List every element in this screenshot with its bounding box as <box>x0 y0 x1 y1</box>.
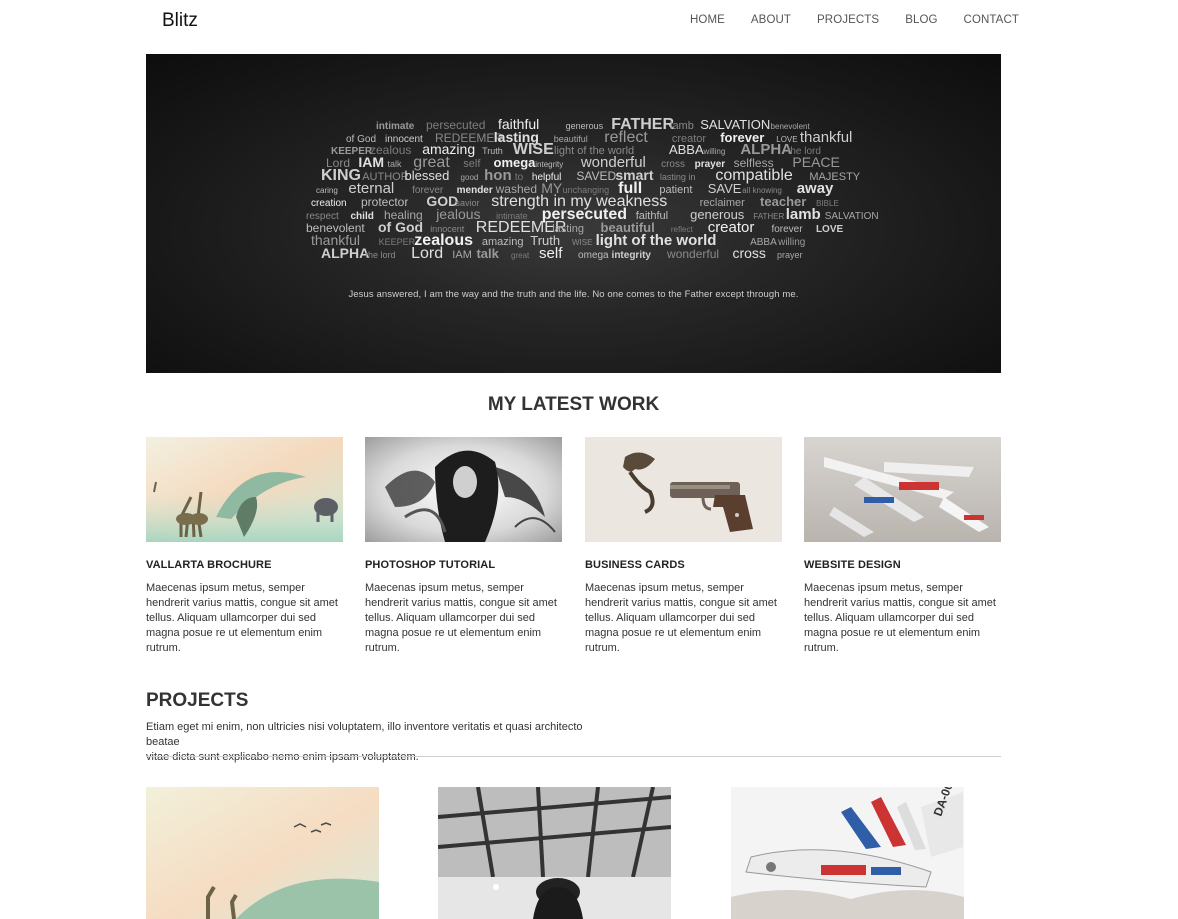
cloud-word: thankful <box>800 129 853 146</box>
work-title[interactable]: PHOTOSHOP TUTORIAL <box>365 559 562 571</box>
cloud-word: SAVED <box>576 169 616 183</box>
cloud-word: caring <box>316 186 338 195</box>
cloud-word: ABBA <box>669 142 704 157</box>
cloud-word: SAVE <box>708 181 742 196</box>
cloud-word: prayer <box>777 250 803 260</box>
cloud-word: ALPHA <box>321 245 369 261</box>
giraffe-illustration <box>146 787 379 919</box>
cloud-word: jealous <box>435 206 480 222</box>
cloud-word: willing <box>703 147 726 156</box>
work-description: Maecenas ipsum metus, semper hendrerit v… <box>804 582 996 654</box>
nav-blog-link[interactable]: BLOG <box>905 14 937 26</box>
cloud-word: self <box>539 245 563 262</box>
cloud-word: cross <box>661 159 685 170</box>
cloud-word: reflect <box>604 129 648 146</box>
cloud-word: KEEPER <box>379 237 416 247</box>
latest-work-title: MY LATEST WORK <box>487 394 660 415</box>
work-title[interactable]: VALLARTA BROCHURE <box>146 559 343 571</box>
cloud-word: intimate <box>376 121 415 132</box>
couple-photo <box>438 787 671 919</box>
cloud-word: cross <box>732 245 765 261</box>
cloud-word: FATHER <box>753 212 784 221</box>
work-title[interactable]: WEBSITE DESIGN <box>804 559 1001 571</box>
work-thumbnail[interactable] <box>804 437 1001 542</box>
projects-description: Etiam eget mi enim, non ultricies nisi v… <box>146 721 583 763</box>
nav-contact-link[interactable]: CONTACT <box>964 14 1019 26</box>
cloud-word: self <box>463 158 481 170</box>
airplanes-illustration: DA-001 <box>731 787 964 919</box>
hero-quote: Jesus answered, I am the way and the tru… <box>348 289 799 300</box>
cloud-word: integrity <box>612 250 652 261</box>
cloud-word: Lord <box>411 245 443 262</box>
nav-home-link[interactable]: HOME <box>690 14 725 26</box>
work-item[interactable]: PHOTOSHOP TUTORIAL Maecenas ipsum metus,… <box>365 437 562 656</box>
cloud-word: generous <box>566 121 604 131</box>
word-cloud: intimate persecuted faithful generous FATHER… <box>306 116 879 262</box>
pistol-illustration <box>585 437 782 542</box>
work-item[interactable]: BUSINESS CARDS Maecenas ipsum metus, sem… <box>585 437 782 656</box>
site-header: Blitz HOME ABOUT PROJECTS BLOG CONTACT <box>0 0 1178 40</box>
cloud-word: lasting in <box>660 172 696 182</box>
projects-title: PROJECTS <box>146 690 249 711</box>
work-thumbnail[interactable] <box>585 437 782 542</box>
cloud-word: willing <box>777 237 805 248</box>
smoke-portrait-illustration <box>365 437 562 542</box>
cloud-word: PEACE <box>792 154 839 170</box>
cloud-word: omega <box>578 250 609 261</box>
cloud-word: blessed <box>405 168 450 183</box>
section-divider <box>146 756 1001 757</box>
work-title[interactable]: BUSINESS CARDS <box>585 559 782 571</box>
project-thumbnail[interactable] <box>146 787 379 919</box>
work-description: Maecenas ipsum metus, semper hendrerit v… <box>146 582 338 654</box>
work-description: Maecenas ipsum metus, semper hendrerit v… <box>585 582 777 654</box>
work-thumbnail[interactable] <box>365 437 562 542</box>
cloud-word: forever <box>771 224 803 235</box>
cloud-word: WISE <box>572 238 592 247</box>
work-item[interactable]: VALLARTA BROCHURE Maecenas ipsum metus, … <box>146 437 343 656</box>
hero-banner: intimate persecuted faithful generous FATHER… <box>146 54 1001 373</box>
cloud-word: integrity <box>535 160 563 169</box>
project-thumbnail[interactable] <box>438 787 671 919</box>
cloud-word: protector <box>361 195 408 209</box>
cloud-word: persecuted <box>426 118 485 132</box>
site-logo[interactable]: Blitz <box>162 10 198 32</box>
cloud-word: LOVE <box>816 224 844 235</box>
cloud-word: SALVATION <box>825 211 879 222</box>
project-thumbnail[interactable]: DA-001 <box>731 787 964 919</box>
cloud-word: beautiful <box>554 134 588 144</box>
cloud-word: talk <box>388 159 403 169</box>
work-thumbnail[interactable] <box>146 437 343 542</box>
cloud-word: IAM <box>358 154 384 170</box>
cloud-word: creation <box>311 198 347 209</box>
cloud-word: mender <box>457 185 493 196</box>
cloud-word: good <box>461 173 479 182</box>
nav-projects-link[interactable]: PROJECTS <box>817 14 879 26</box>
work-description: Maecenas ipsum metus, semper hendrerit v… <box>365 582 557 654</box>
cloud-word: the lord <box>366 250 396 260</box>
cloud-word: lamb <box>670 120 694 132</box>
cloud-word: wonderful <box>666 247 719 261</box>
cloud-word: lamb <box>786 206 821 223</box>
cloud-word: talk <box>476 246 499 261</box>
cloud-word: IAM <box>452 249 472 261</box>
work-item[interactable]: WEBSITE DESIGN Maecenas ipsum metus, sem… <box>804 437 1001 656</box>
main-nav: HOME ABOUT PROJECTS BLOG CONTACT <box>690 14 1019 26</box>
nav-about-link[interactable]: ABOUT <box>751 14 791 26</box>
cloud-word: great <box>511 251 530 260</box>
giraffe-illustration <box>146 437 343 542</box>
airplanes-illustration <box>804 437 1001 542</box>
